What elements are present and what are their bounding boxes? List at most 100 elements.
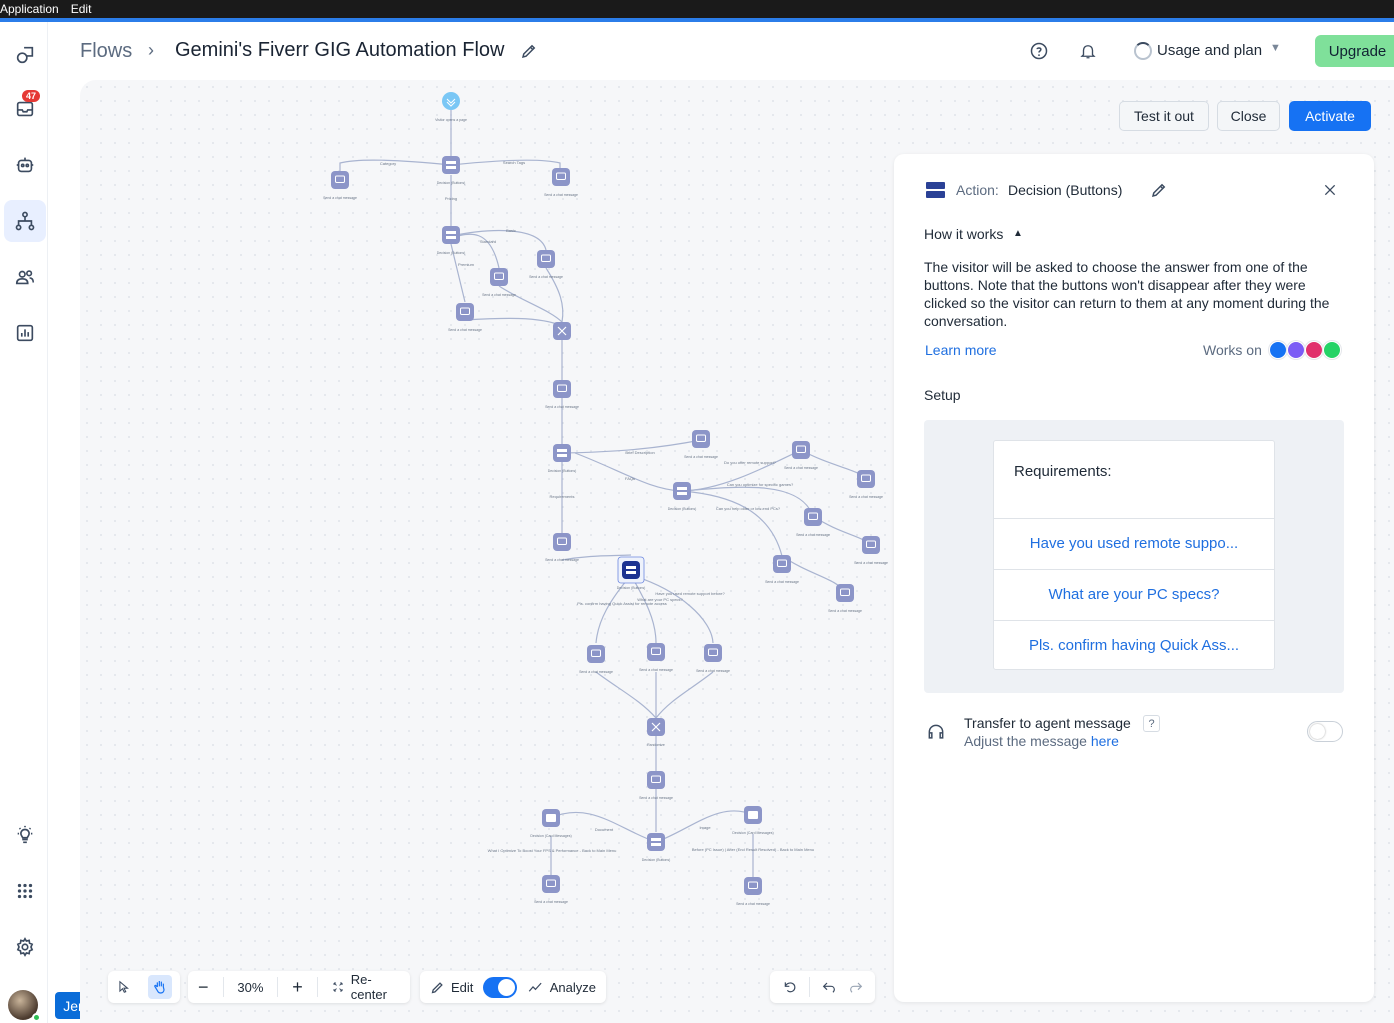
action-prefix: Action:	[956, 182, 999, 198]
chevron-down-icon[interactable]: ▼	[1270, 42, 1281, 54]
sidebar-item-contacts[interactable]	[4, 256, 46, 298]
preview-button[interactable]: Have you used remote suppo...	[994, 518, 1274, 568]
how-it-works-toggle[interactable]: How it works	[924, 226, 1003, 242]
action-settings-panel: Action: Decision (Buttons) How it works …	[894, 154, 1374, 1002]
send-message-node[interactable]: Send a chat message	[544, 168, 578, 197]
decision-node[interactable]: Decision (Buttons)	[548, 444, 577, 473]
start-node[interactable]: Visitor opens a page	[435, 92, 467, 122]
undo-icon[interactable]	[821, 979, 837, 995]
livechat-icon	[1269, 341, 1287, 359]
edge-label: Can you help older or low-end PCs?	[716, 506, 781, 511]
sidebar-item-apps[interactable]	[4, 870, 46, 912]
adjust-message-link[interactable]: here	[1091, 733, 1119, 749]
send-message-node[interactable]: Send a chat message	[765, 555, 799, 584]
activate-button[interactable]: Activate	[1289, 101, 1371, 131]
edge-label: Requirements	[550, 494, 575, 499]
help-icon[interactable]	[1030, 42, 1048, 60]
send-message-node[interactable]: Send a chat message	[534, 875, 568, 904]
caret-up-icon[interactable]: ▲	[1013, 228, 1023, 239]
shapes-icon	[16, 46, 34, 64]
decision-preview-card[interactable]: Requirements: Have you used remote suppo…	[993, 440, 1275, 670]
node-label: Decision (Buttons)	[617, 586, 646, 590]
analyze-label: Analyze	[549, 979, 596, 995]
node-label: Send a chat message	[696, 669, 730, 673]
send-message-node[interactable]: Send a chat message	[545, 533, 579, 562]
sidebar-item-settings[interactable]	[4, 926, 46, 968]
randomize-node[interactable]: Randomize	[647, 718, 665, 747]
decision-node[interactable]: Decision (Buttons)	[437, 156, 466, 185]
sidebar-item-analytics[interactable]	[4, 312, 46, 354]
menu-edit[interactable]: Edit	[71, 2, 92, 16]
send-message-node[interactable]: Send a chat message	[639, 643, 673, 672]
zoom-tools: − 30% + Re-center	[188, 971, 410, 1003]
send-message-node[interactable]: Send a chat message	[529, 250, 563, 279]
bell-icon[interactable]	[1079, 41, 1097, 61]
transfer-to-agent-title: Transfer to agent message	[964, 715, 1131, 731]
header: Flows › Gemini's Fiverr GIG Automation F…	[48, 22, 1394, 80]
zoom-out-button[interactable]: −	[198, 977, 209, 998]
send-message-node[interactable]: Send a chat message	[639, 771, 673, 800]
close-button[interactable]: Close	[1217, 101, 1280, 131]
upgrade-button[interactable]: Upgrade	[1315, 35, 1394, 67]
send-message-node[interactable]: Send a chat message	[545, 380, 579, 409]
edge-label: Standard	[480, 239, 496, 244]
decision-node[interactable]: Decision (Buttons)	[437, 226, 466, 255]
transfer-to-agent-subtitle: Adjust the message here	[964, 733, 1119, 749]
zoom-level: 30%	[237, 979, 264, 995]
recenter-label: Re-center	[350, 972, 387, 1002]
zoom-in-button[interactable]: +	[292, 977, 303, 998]
edge-label: Can you optimize for specific games?	[727, 482, 794, 487]
sidebar-item-bots[interactable]	[4, 144, 46, 186]
send-message-node[interactable]: Send a chat message	[684, 430, 718, 459]
edge-label: Have you used remote support before?	[655, 591, 725, 596]
pencil-icon[interactable]	[1150, 181, 1168, 199]
send-message-node[interactable]: Send a chat message	[696, 644, 730, 673]
preview-button[interactable]: Pls. confirm having Quick Ass...	[994, 620, 1274, 670]
hand-tool-button[interactable]	[147, 975, 172, 999]
flow-nodes[interactable]: Visitor opens a page Decision (Buttons) De…	[323, 92, 888, 906]
sidebar-item-dashboard[interactable]	[4, 34, 46, 76]
send-message-node[interactable]: Send a chat message	[736, 877, 770, 906]
edit-analyze-toggle[interactable]	[483, 976, 517, 998]
analyze-mode-button[interactable]: Analyze	[527, 980, 596, 995]
history-icon[interactable]	[782, 979, 798, 995]
send-message-node[interactable]: Send a chat message	[828, 584, 862, 613]
sidebar-item-flows[interactable]	[4, 200, 46, 242]
sidebar-item-tips[interactable]	[4, 814, 46, 856]
preview-button[interactable]: What are your PC specs?	[994, 569, 1274, 619]
send-message-node[interactable]: Send a chat message	[854, 536, 888, 565]
test-it-out-button[interactable]: Test it out	[1119, 101, 1209, 131]
setup-preview: Requirements: Have you used remote suppo…	[924, 420, 1344, 693]
send-message-node[interactable]: Send a chat message	[448, 303, 482, 332]
card-decision-node[interactable]: Decision (Card Messages)	[732, 806, 774, 835]
usage-and-plan-button[interactable]: Usage and plan	[1157, 42, 1262, 59]
transfer-to-agent-toggle[interactable]	[1307, 721, 1343, 742]
pencil-icon	[431, 981, 443, 993]
menu-application[interactable]: Application	[0, 2, 59, 16]
flow-edge	[464, 317, 563, 327]
send-message-node[interactable]: Send a chat message	[579, 645, 613, 674]
learn-more-link[interactable]: Learn more	[925, 342, 997, 358]
decision-node[interactable]: Decision (Buttons)	[617, 556, 646, 590]
close-icon[interactable]	[1322, 182, 1338, 198]
decision-buttons-icon	[926, 182, 945, 198]
pencil-icon[interactable]	[520, 42, 538, 60]
randomize-node[interactable]	[553, 322, 571, 340]
send-message-node[interactable]: Send a chat message	[323, 171, 357, 200]
chart-icon	[16, 324, 34, 342]
edit-mode-button[interactable]: Edit	[430, 980, 473, 995]
pointer-icon[interactable]	[117, 979, 131, 995]
messenger-icon	[1287, 341, 1305, 359]
send-message-node[interactable]: Send a chat message	[482, 268, 516, 297]
help-icon[interactable]: ?	[1143, 715, 1160, 732]
redo-icon[interactable]	[848, 979, 864, 995]
preview-message[interactable]: Requirements:	[1014, 463, 1112, 480]
edge-label: FAQs	[625, 476, 635, 481]
recenter-button[interactable]: Re-center	[332, 972, 400, 1002]
breadcrumb-flows[interactable]: Flows	[80, 40, 132, 63]
decision-node[interactable]: Decision (Buttons)	[668, 482, 697, 511]
sidebar-item-inbox[interactable]: 47	[4, 88, 46, 130]
node-label: Send a chat message	[323, 196, 357, 200]
grid-icon	[17, 883, 33, 899]
send-message-node[interactable]: Send a chat message	[849, 470, 883, 499]
